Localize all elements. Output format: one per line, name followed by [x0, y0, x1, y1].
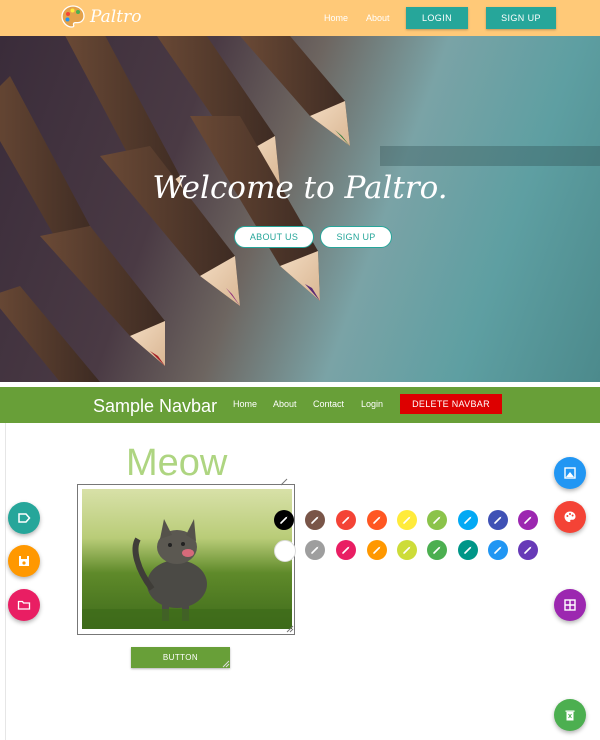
login-button[interactable]: LOGIN [406, 7, 468, 29]
hero-title: Welcome to Paltro. [152, 170, 448, 206]
save-icon [19, 556, 29, 566]
brush-icon [373, 516, 381, 524]
color-swatch[interactable] [367, 510, 387, 530]
color-swatch[interactable] [336, 540, 356, 560]
sample-navbar: Sample Navbar [0, 387, 600, 423]
resize-handle-icon[interactable] [280, 478, 288, 486]
canvas-heading[interactable]: Meow [126, 442, 227, 485]
brush-icon [403, 516, 411, 524]
save-button[interactable] [8, 545, 40, 577]
nav-link-login[interactable]: Login [361, 399, 383, 409]
image-icon [564, 467, 576, 479]
brush-icon [280, 516, 288, 524]
palette-logo-icon [61, 5, 85, 28]
top-link-about[interactable]: About [366, 13, 390, 23]
open-folder-button[interactable] [8, 589, 40, 621]
hero-section [0, 36, 600, 382]
color-swatch[interactable] [427, 510, 447, 530]
signup-button[interactable]: SIGN UP [486, 7, 556, 29]
color-swatch[interactable] [488, 540, 508, 560]
brush-icon [494, 546, 502, 554]
resize-handle-icon[interactable] [222, 660, 230, 668]
color-swatch[interactable] [427, 540, 447, 560]
brush-icon [464, 516, 472, 524]
color-swatch[interactable] [458, 540, 478, 560]
brush-icon [311, 546, 319, 554]
add-image-button[interactable] [554, 457, 586, 489]
top-link-home[interactable]: Home [324, 13, 348, 23]
folder-icon [17, 600, 31, 610]
color-swatch[interactable] [274, 510, 294, 530]
color-swatch[interactable] [336, 510, 356, 530]
color-swatch[interactable] [518, 510, 538, 530]
brush-icon [342, 516, 350, 524]
brush-icon [494, 516, 502, 524]
color-swatch[interactable] [305, 540, 325, 560]
delete-navbar-button[interactable]: DELETE NAVBAR [400, 394, 502, 414]
hero-pencils-image [0, 36, 600, 382]
color-swatch[interactable] [397, 510, 417, 530]
brush-icon [403, 546, 411, 554]
kitten-illustration [82, 519, 292, 629]
sample-button[interactable]: BUTTON [131, 647, 230, 668]
color-swatch[interactable] [305, 510, 325, 530]
logo[interactable]: Paltro [60, 2, 150, 32]
nav-link-contact[interactable]: Contact [313, 399, 344, 409]
palette-button[interactable] [554, 501, 586, 533]
resize-handle-icon[interactable] [286, 625, 294, 633]
grid-icon [564, 599, 576, 611]
brush-icon [524, 516, 532, 524]
grid-button[interactable] [554, 589, 586, 621]
color-swatch[interactable] [367, 540, 387, 560]
brush-icon [342, 546, 350, 554]
label-icon [18, 513, 31, 523]
nav-link-home[interactable]: Home [233, 399, 257, 409]
color-swatch[interactable] [458, 510, 478, 530]
brush-icon [524, 546, 532, 554]
kitten-image[interactable] [82, 489, 292, 629]
color-swatch[interactable] [518, 540, 538, 560]
brush-icon [373, 546, 381, 554]
navbar-brand[interactable]: Sample Navbar [93, 396, 217, 417]
divider [5, 423, 6, 740]
color-swatch[interactable] [488, 510, 508, 530]
color-swatch[interactable] [274, 540, 296, 562]
nav-link-about[interactable]: About [273, 399, 297, 409]
label-button[interactable] [8, 502, 40, 534]
brush-icon [464, 546, 472, 554]
about-us-button[interactable]: ABOUT US [234, 226, 314, 248]
brush-icon [433, 546, 441, 554]
hero-signup-button[interactable]: SIGN UP [320, 226, 392, 248]
delete-button[interactable] [554, 699, 586, 731]
trash-icon [565, 710, 575, 721]
color-swatch[interactable] [397, 540, 417, 560]
brush-icon [433, 516, 441, 524]
logo-text: Paltro [90, 7, 142, 27]
brush-icon [311, 516, 319, 524]
palette-icon [564, 511, 576, 522]
